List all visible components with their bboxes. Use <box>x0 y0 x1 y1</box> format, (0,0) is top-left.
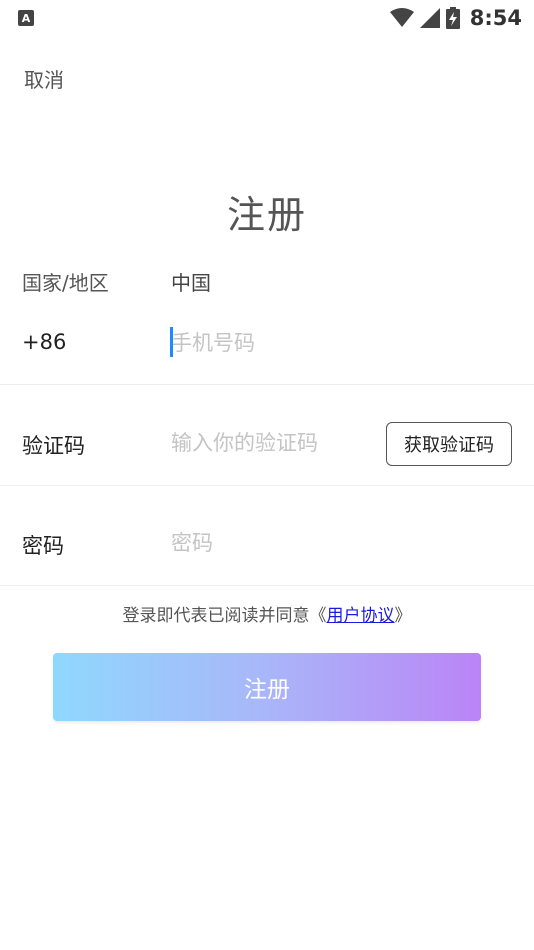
agreement-text: 登录即代表已阅读并同意《用户协议》 <box>0 601 534 626</box>
status-bar: A 8:54 <box>0 0 534 36</box>
signal-icon <box>419 8 440 28</box>
password-row: 密码 <box>0 524 534 564</box>
status-left: A <box>18 10 34 26</box>
get-code-button[interactable]: 获取验证码 <box>386 422 512 466</box>
agreement-suffix: 》 <box>394 606 412 626</box>
agreement-prefix: 登录即代表已阅读并同意《 <box>122 606 327 626</box>
code-label: 验证码 <box>22 434 85 458</box>
page-title: 注册 <box>226 193 307 237</box>
divider <box>0 384 534 385</box>
country-code[interactable]: +86 <box>22 330 66 354</box>
phone-input[interactable] <box>171 326 371 360</box>
register-button[interactable]: 注册 <box>53 653 481 721</box>
cancel-button[interactable]: 取消 <box>24 64 64 93</box>
password-input[interactable] <box>171 526 371 560</box>
battery-charging-icon <box>445 7 460 29</box>
status-right: 8:54 <box>389 6 522 30</box>
wifi-icon <box>389 8 414 27</box>
text-caret <box>170 327 173 357</box>
region-row[interactable]: 国家/地区 中国 <box>0 264 534 300</box>
app-icon-letter: A <box>21 11 31 25</box>
password-label: 密码 <box>22 534 64 558</box>
region-label: 国家/地区 <box>22 271 109 295</box>
region-value[interactable]: 中国 <box>171 267 211 296</box>
code-input[interactable] <box>171 426 371 460</box>
phone-row: +86 <box>0 324 534 364</box>
user-agreement-link[interactable]: 用户协议 <box>327 606 395 626</box>
app-notification-icon: A <box>18 10 34 26</box>
divider <box>0 585 534 586</box>
status-time: 8:54 <box>469 6 522 30</box>
divider <box>0 485 534 486</box>
